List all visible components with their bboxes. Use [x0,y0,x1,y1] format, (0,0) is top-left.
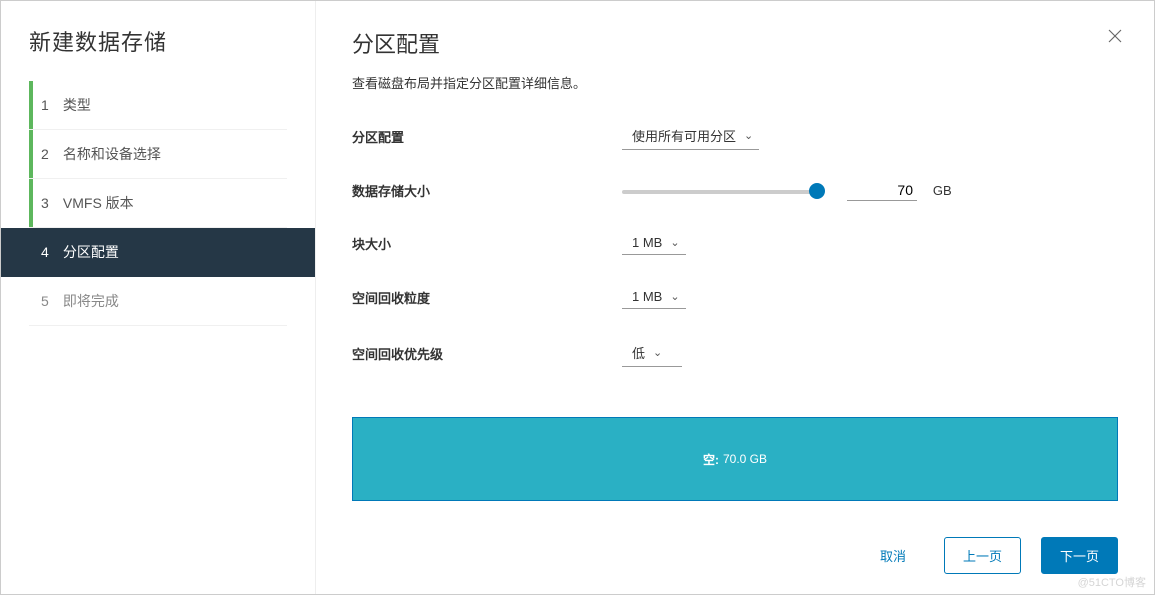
select-reclaim-granularity[interactable]: 1 MB ⌄ [622,285,686,309]
disk-layout-block: 空: 70.0 GB [352,417,1118,501]
page-description: 查看磁盘布局并指定分区配置详细信息。 [352,73,1118,92]
disk-free-label: 空: [703,451,719,468]
watermark: @51CTO博客 [1078,574,1146,590]
row-reclaim-priority: 空间回收优先级 低 ⌄ [352,339,1118,367]
close-button[interactable] [1106,27,1124,48]
size-input[interactable] [847,180,917,201]
chevron-down-icon: ⌄ [670,290,679,303]
step-label: 分区配置 [63,244,119,260]
select-value: 1 MB [632,289,662,304]
next-button[interactable]: 下一页 [1041,537,1118,574]
row-partition-config: 分区配置 使用所有可用分区 ⌄ [352,122,1118,150]
cancel-button[interactable]: 取消 [862,538,924,573]
select-reclaim-priority[interactable]: 低 ⌄ [622,339,682,367]
label-reclaim-priority: 空间回收优先级 [352,344,622,363]
close-icon [1106,27,1124,45]
label-reclaim-granularity: 空间回收粒度 [352,288,622,307]
chevron-down-icon: ⌄ [670,236,679,249]
step-number: 2 [41,146,59,162]
step-vmfs-version[interactable]: 3 VMFS 版本 [29,179,287,228]
select-value: 低 [632,343,645,362]
step-number: 3 [41,195,59,211]
label-block-size: 块大小 [352,234,622,253]
step-number: 5 [41,293,59,309]
chevron-down-icon: ⌄ [653,346,662,359]
step-ready[interactable]: 5 即将完成 [29,277,287,326]
page-title: 分区配置 [352,27,1118,59]
wizard-content: 分区配置 查看磁盘布局并指定分区配置详细信息。 分区配置 使用所有可用分区 ⌄ … [316,1,1154,594]
wizard-dialog: 新建数据存储 1 类型 2 名称和设备选择 3 VMFS 版本 4 分区配置 5… [0,0,1155,595]
step-type[interactable]: 1 类型 [29,81,287,130]
step-label: VMFS 版本 [63,195,134,211]
step-label: 即将完成 [63,293,119,309]
slider-thumb[interactable] [809,183,825,199]
select-value: 使用所有可用分区 [632,126,736,145]
step-partition-config[interactable]: 4 分区配置 [1,228,315,277]
step-name-device[interactable]: 2 名称和设备选择 [29,130,287,179]
step-number: 4 [41,244,59,260]
select-value: 1 MB [632,235,662,250]
step-label: 名称和设备选择 [63,146,161,162]
wizard-footer: 取消 上一页 下一页 [352,517,1118,574]
size-slider[interactable] [622,181,817,201]
disk-free-value: 70.0 GB [723,452,767,466]
wizard-title: 新建数据存储 [1,25,315,81]
step-list: 1 类型 2 名称和设备选择 3 VMFS 版本 4 分区配置 5 即将完成 [1,81,315,326]
row-datastore-size: 数据存储大小 GB [352,180,1118,201]
row-block-size: 块大小 1 MB ⌄ [352,231,1118,255]
select-block-size[interactable]: 1 MB ⌄ [622,231,686,255]
size-unit: GB [933,183,952,198]
wizard-sidebar: 新建数据存储 1 类型 2 名称和设备选择 3 VMFS 版本 4 分区配置 5… [1,1,316,594]
step-number: 1 [41,97,59,113]
label-partition-config: 分区配置 [352,127,622,146]
slider-track [622,190,817,194]
select-partition-config[interactable]: 使用所有可用分区 ⌄ [622,122,759,150]
step-label: 类型 [63,97,91,113]
back-button[interactable]: 上一页 [944,537,1021,574]
row-reclaim-granularity: 空间回收粒度 1 MB ⌄ [352,285,1118,309]
label-datastore-size: 数据存储大小 [352,181,622,200]
chevron-down-icon: ⌄ [744,129,753,142]
